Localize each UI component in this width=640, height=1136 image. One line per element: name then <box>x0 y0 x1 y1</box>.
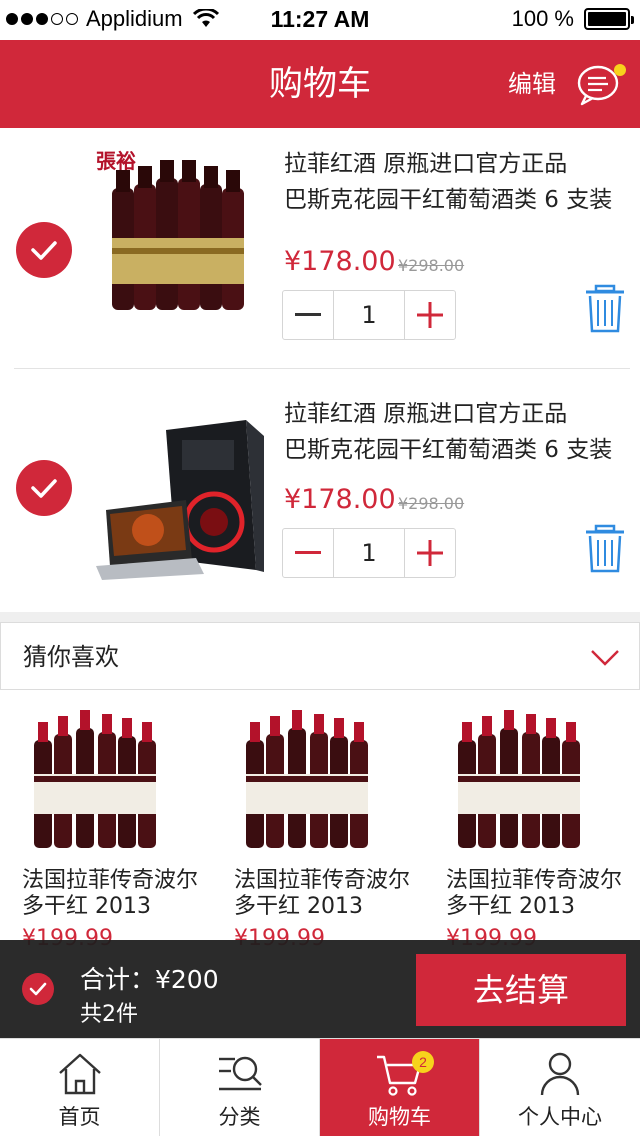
tab-label: 分类 <box>218 1105 261 1129</box>
increase-button[interactable] <box>405 529 455 577</box>
cart-list: 張裕 拉菲红酒 原瓶进口官方正品 巴斯克花园干红葡萄酒类 6 支装 ¥178.0… <box>0 128 640 612</box>
message-badge <box>614 64 626 76</box>
checkout-count: 共2件 <box>80 1002 138 1027</box>
checkmark-icon <box>31 241 57 260</box>
recommend-name: 法国拉菲传奇波尔 多干红 2013 <box>22 868 218 920</box>
recommend-name-line1: 法国拉菲传奇波尔 <box>234 868 411 893</box>
minus-icon <box>295 313 321 316</box>
gaming-pc-image[interactable] <box>96 410 266 580</box>
checkout-bar: 合计：¥200 共2件 去结算 <box>0 940 640 1038</box>
message-button[interactable] <box>576 62 626 108</box>
tab-category[interactable]: 分类 <box>160 1039 320 1136</box>
category-search-icon <box>219 1056 262 1091</box>
quantity-stepper: 1 <box>282 528 456 578</box>
recommend-title: 猜你喜欢 <box>23 643 119 671</box>
wine-bottles-image <box>458 710 580 848</box>
user-icon <box>540 1052 580 1096</box>
decrease-button[interactable] <box>283 529 333 577</box>
quantity-field[interactable]: 1 <box>333 291 405 339</box>
checkmark-icon <box>29 982 47 996</box>
recommend-name: 法国拉菲传奇波尔 多干红 2013 <box>234 868 430 920</box>
tab-bar: 首页 分类 2 购物车 个人中心 <box>0 1038 640 1136</box>
cart-item: 拉菲红酒 原瓶进口官方正品 巴斯克花园干红葡萄酒类 6 支装 ¥178.00 ¥… <box>0 370 640 610</box>
tab-label: 首页 <box>58 1105 101 1129</box>
tab-label: 购物车 <box>368 1105 431 1129</box>
item-price: ¥178.00 <box>284 484 396 515</box>
recommend-name-line2: 多干红 2013 <box>234 894 363 919</box>
navigation-bar: 购物车 编辑 <box>0 40 640 128</box>
item-title-line2[interactable]: 巴斯克花园干红葡萄酒类 6 支装 <box>284 182 634 218</box>
select-all-checkbox[interactable] <box>22 973 54 1005</box>
item-title-line1[interactable]: 拉菲红酒 原瓶进口官方正品 <box>284 396 634 432</box>
checkout-total: 合计：¥200 <box>80 965 219 994</box>
recommend-name-line2: 多干红 2013 <box>446 894 575 919</box>
wine-bottles-image <box>246 710 368 848</box>
item-original-price: ¥298.00 <box>398 494 465 513</box>
checkout-button[interactable]: 去结算 <box>416 954 626 1026</box>
recommend-name-line2: 多干红 2013 <box>22 894 151 919</box>
item-select-checkbox[interactable] <box>16 460 72 516</box>
status-bar: Applidium 11:27 AM 100 % <box>0 0 640 40</box>
recommend-name: 法国拉菲传奇波尔 多干红 2013 <box>446 868 640 920</box>
recommend-grid: 法国拉菲传奇波尔 多干红 2013 ¥199.99 法国拉菲传奇波尔 多干红 2… <box>0 690 640 951</box>
checkmark-icon <box>31 479 57 498</box>
edit-button[interactable]: 编辑 <box>508 40 556 128</box>
item-price: ¥178.00 <box>284 246 396 277</box>
tab-label: 个人中心 <box>518 1105 602 1129</box>
quantity-stepper: 1 <box>282 290 456 340</box>
battery-icon <box>584 8 634 30</box>
decrease-button[interactable] <box>283 291 333 339</box>
cart-badge: 2 <box>412 1051 434 1073</box>
quantity-field[interactable]: 1 <box>333 529 405 577</box>
item-title-line2[interactable]: 巴斯克花园干红葡萄酒类 6 支装 <box>284 432 634 468</box>
recommend-name-line1: 法国拉菲传奇波尔 <box>446 868 623 893</box>
increase-button[interactable] <box>405 291 455 339</box>
wine-bottles-image[interactable]: 張裕 <box>96 148 266 318</box>
battery-percent: 100 % <box>511 6 574 31</box>
home-icon <box>59 1053 101 1095</box>
tab-cart[interactable]: 2 购物车 <box>320 1039 480 1136</box>
trash-icon[interactable] <box>584 284 626 334</box>
plus-icon <box>417 540 443 566</box>
item-divider <box>14 368 630 369</box>
wine-bottles-image <box>34 710 156 848</box>
recommend-header[interactable]: 猜你喜欢 <box>0 622 640 690</box>
trash-icon[interactable] <box>584 524 626 574</box>
minus-icon <box>295 551 321 554</box>
brand-logo-text: 張裕 <box>96 149 136 173</box>
cart-item: 張裕 拉菲红酒 原瓶进口官方正品 巴斯克花园干红葡萄酒类 6 支装 ¥178.0… <box>0 128 640 368</box>
tab-home[interactable]: 首页 <box>0 1039 160 1136</box>
item-original-price: ¥298.00 <box>398 256 465 275</box>
plus-icon <box>417 302 443 328</box>
recommend-name-line1: 法国拉菲传奇波尔 <box>22 868 199 893</box>
status-right: 100 % <box>511 6 634 32</box>
item-title-line1[interactable]: 拉菲红酒 原瓶进口官方正品 <box>284 146 634 182</box>
tab-profile[interactable]: 个人中心 <box>480 1039 640 1136</box>
item-select-checkbox[interactable] <box>16 222 72 278</box>
chevron-down-icon <box>591 650 619 666</box>
section-gap <box>0 612 640 622</box>
